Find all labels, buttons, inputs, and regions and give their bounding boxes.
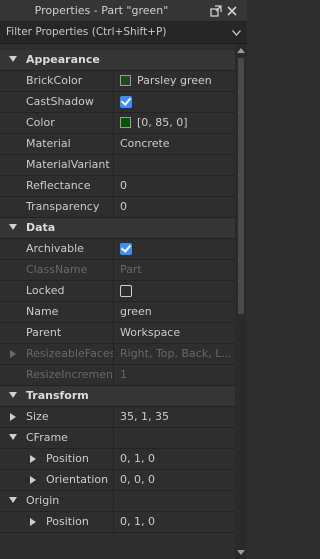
property-value[interactable]: 0, 0, 0: [115, 470, 235, 490]
property-value[interactable]: 0, 1, 0: [115, 512, 235, 532]
property-row-cframe[interactable]: CFrame: [0, 428, 235, 449]
property-name: Transparency: [0, 197, 114, 217]
property-name: BrickColor: [0, 71, 114, 91]
dock-icon[interactable]: [210, 5, 222, 17]
property-row-reflectance[interactable]: Reflectance 0: [0, 176, 235, 197]
window-title: Properties - Part "green": [34, 4, 169, 17]
property-value: [115, 92, 235, 112]
property-name: Size: [0, 407, 114, 427]
property-name: Parent: [0, 323, 114, 343]
property-row-color[interactable]: Color [0, 85, 0]: [0, 113, 235, 134]
category-label: Transform: [26, 389, 89, 402]
property-name: ResizeIncrement: [0, 365, 114, 385]
property-row-origin-position[interactable]: Position 0, 1, 0: [0, 512, 235, 533]
property-value[interactable]: 0, 1, 0: [115, 449, 235, 469]
color-swatch[interactable]: [120, 75, 131, 86]
property-value[interactable]: 0: [115, 197, 235, 217]
property-value[interactable]: green: [115, 302, 235, 322]
property-row-size[interactable]: Size 35, 1, 35: [0, 407, 235, 428]
property-name: Orientation: [0, 470, 114, 490]
close-icon[interactable]: [226, 5, 238, 17]
property-name: CastShadow: [0, 92, 114, 112]
scroll-down-icon[interactable]: [237, 550, 245, 555]
filter-placeholder: Filter Properties (Ctrl+Shift+P): [6, 26, 167, 38]
property-name: ResizeableFaces: [0, 344, 114, 364]
color-swatch[interactable]: [120, 117, 131, 128]
category-transform[interactable]: Transform: [0, 386, 235, 407]
property-row-material[interactable]: Material Concrete: [0, 134, 235, 155]
property-row-parent[interactable]: Parent Workspace: [0, 323, 235, 344]
property-row-locked[interactable]: Locked: [0, 281, 235, 302]
property-name: Reflectance: [0, 176, 114, 196]
property-value: [115, 239, 235, 259]
scroll-up-icon[interactable]: [237, 48, 245, 53]
property-value: [115, 491, 235, 511]
property-name: Locked: [0, 281, 114, 301]
property-row-transparency[interactable]: Transparency 0: [0, 197, 235, 218]
property-value[interactable]: Concrete: [115, 134, 235, 154]
locked-checkbox[interactable]: [120, 285, 132, 297]
property-name: MaterialVariant: [0, 155, 114, 175]
property-value: Right, Top, Back, L...: [120, 347, 232, 360]
property-value: 1: [120, 368, 127, 381]
chevron-down-icon[interactable]: [232, 30, 241, 36]
property-value[interactable]: [115, 155, 235, 175]
property-row-archivable[interactable]: Archivable: [0, 239, 235, 260]
property-value: [115, 281, 235, 301]
category-label: Appearance: [26, 53, 100, 66]
property-value[interactable]: Workspace: [115, 323, 235, 343]
color-value: [0, 85, 0]: [137, 116, 188, 129]
property-row-resizeablefaces[interactable]: ResizeableFaces Right, Top, Back, L...: [0, 344, 235, 365]
property-value: Part: [120, 263, 142, 276]
archivable-checkbox[interactable]: [120, 243, 132, 255]
property-row-cframe-position[interactable]: Position 0, 1, 0: [0, 449, 235, 470]
property-row-cframe-orientation[interactable]: Orientation 0, 0, 0: [0, 470, 235, 491]
property-name: Position: [0, 512, 114, 532]
property-row-classname: ClassName Part: [0, 260, 235, 281]
property-row-materialvariant[interactable]: MaterialVariant: [0, 155, 235, 176]
property-name: Position: [0, 449, 114, 469]
vertical-scrollbar[interactable]: [235, 44, 247, 559]
category-label: Data: [26, 221, 56, 234]
castshadow-checkbox[interactable]: [120, 96, 132, 108]
property-row-brickcolor[interactable]: BrickColor Parsley green: [0, 71, 235, 92]
property-name: ClassName: [0, 260, 114, 280]
property-name: Origin: [0, 491, 114, 511]
brickcolor-value: Parsley green: [137, 74, 212, 87]
property-row-resizeincrement: ResizeIncrement 1: [0, 365, 235, 386]
property-row-origin[interactable]: Origin: [0, 491, 235, 512]
property-value[interactable]: Parsley green: [115, 71, 235, 91]
property-value: [115, 428, 235, 448]
property-name: Color: [0, 113, 114, 133]
property-value[interactable]: [0, 85, 0]: [115, 113, 235, 133]
category-data[interactable]: Data: [0, 218, 235, 239]
property-row-castshadow[interactable]: CastShadow: [0, 92, 235, 113]
category-appearance[interactable]: Appearance: [0, 50, 235, 71]
filter-properties-input[interactable]: Filter Properties (Ctrl+Shift+P): [0, 22, 247, 44]
property-value[interactable]: 0: [115, 176, 235, 196]
properties-list: Appearance BrickColor Parsley green Cast…: [0, 50, 235, 533]
property-name: Name: [0, 302, 114, 322]
property-name: Material: [0, 134, 114, 154]
property-name: Archivable: [0, 239, 114, 259]
property-value[interactable]: 35, 1, 35: [115, 407, 235, 427]
property-name: CFrame: [0, 428, 114, 448]
scrollbar-thumb[interactable]: [238, 58, 244, 314]
property-row-name[interactable]: Name green: [0, 302, 235, 323]
title-bar: Properties - Part "green": [0, 0, 247, 22]
